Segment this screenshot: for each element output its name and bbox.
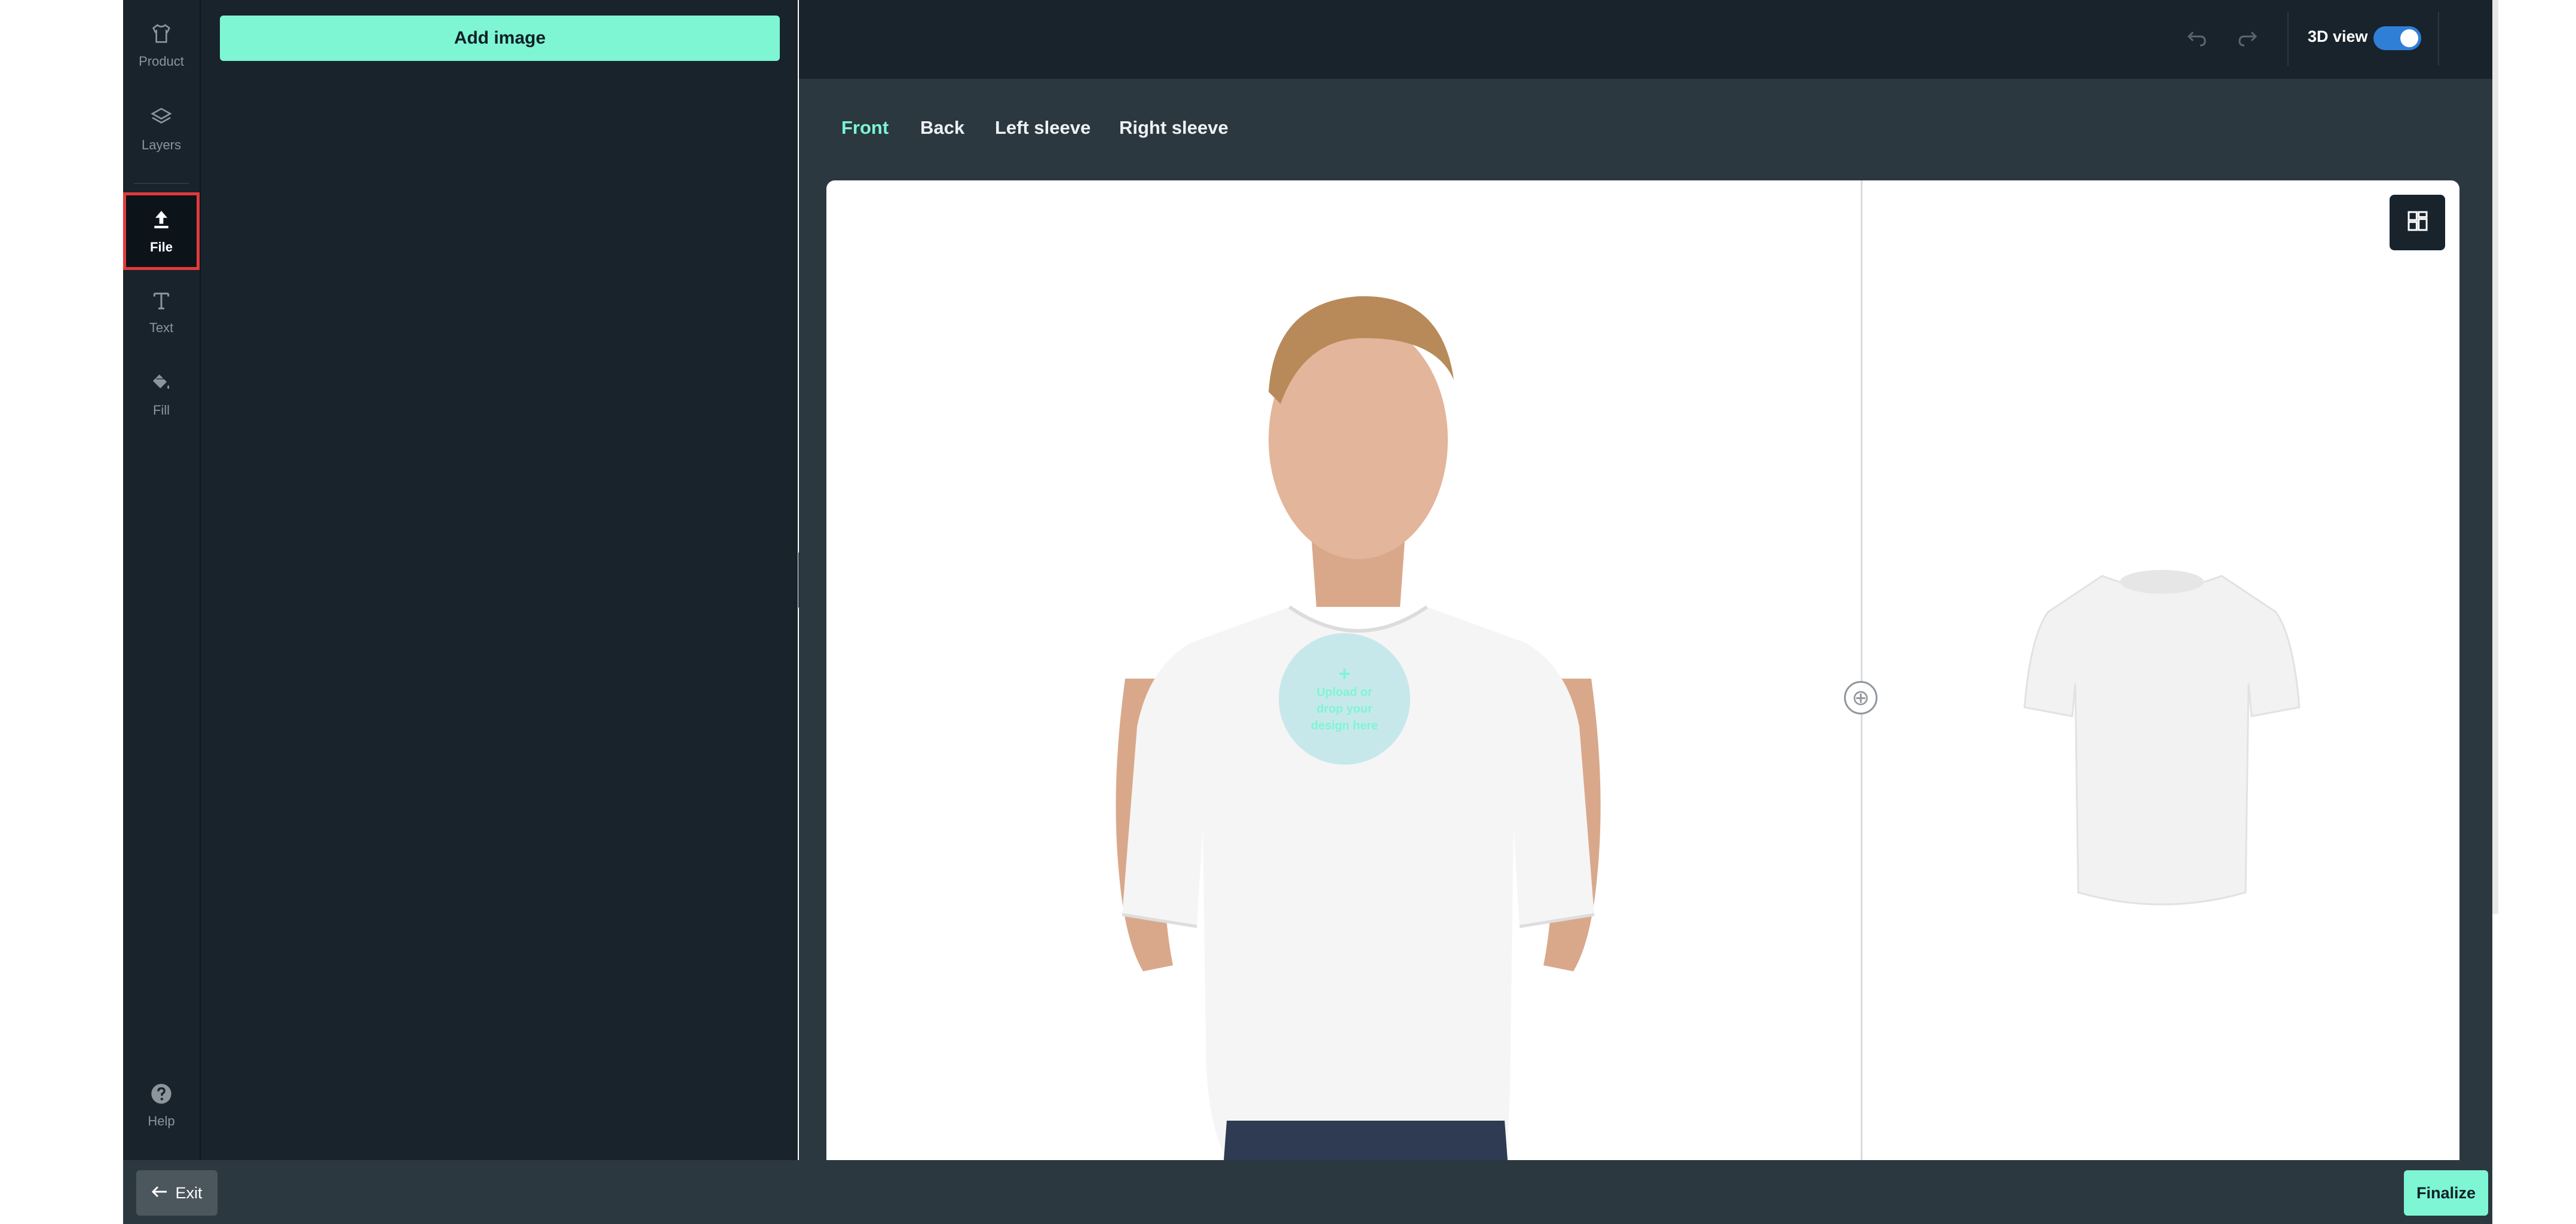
sidebar-item-text[interactable]: Text [123,276,200,348]
layers-icon [149,106,173,133]
scrollbar[interactable] [2492,0,2498,914]
split-handle[interactable]: ⊕ [1844,681,1877,714]
sidebar-item-label: Text [149,320,174,335]
sidebar-item-fill[interactable]: Fill [123,358,200,430]
upload-icon [149,208,173,235]
exit-label: Exit [175,1183,203,1202]
tab-front[interactable]: Front [841,117,889,139]
upload-dropzone[interactable]: + Upload or drop your design here [1279,633,1410,765]
toggle-knob [2400,29,2418,47]
paint-bucket-icon [149,371,173,398]
3d-view-toggle[interactable] [2373,26,2421,50]
drag-handle-icon: ⊕ [1851,685,1870,710]
sidebar-item-label: Fill [152,402,170,418]
dropzone-text: Upload or drop your design here [1310,686,1379,732]
shirt-icon [149,22,173,49]
split-divider [1861,180,1863,1160]
text-icon [149,289,173,315]
layout-toggle-button[interactable] [2390,195,2445,250]
grid-layout-icon [2406,209,2430,236]
redo-button[interactable] [2231,23,2265,56]
bottom-bar [123,1160,2492,1224]
design-canvas[interactable]: + Upload or drop your design here [826,180,2459,1160]
plus-icon: + [1338,662,1350,685]
3d-view-label: 3D view [2308,27,2368,45]
sidebar-item-file[interactable]: File [123,192,200,270]
add-image-button[interactable]: Add image [220,16,780,61]
toolbar-divider [2287,12,2289,66]
arrow-left-icon [151,1184,168,1202]
tab-right-sleeve[interactable]: Right sleeve [1119,117,1229,139]
sidebar-item-layers[interactable]: Layers [123,93,200,165]
tab-left-sleeve[interactable]: Left sleeve [995,117,1091,139]
undo-icon [2185,29,2209,50]
sidebar-item-help[interactable]: Help [123,1069,200,1141]
exit-button[interactable]: Exit [136,1170,218,1216]
redo-icon [2236,29,2260,50]
tab-back[interactable]: Back [920,117,964,139]
tool-rail: Product Layers File Text Fill Help [123,0,201,1160]
undo-button[interactable] [2180,23,2213,56]
sidebar-item-label: Product [139,53,184,69]
help-icon [149,1082,173,1109]
rail-divider [134,183,189,184]
sidebar-item-label: Layers [141,137,182,152]
sidebar-item-label: Help [148,1113,175,1128]
finalize-button[interactable]: Finalize [2404,1170,2488,1216]
3d-tshirt-preview [2023,570,2301,906]
toolbar-divider [2438,12,2439,66]
sidebar-item-product[interactable]: Product [123,10,200,81]
file-panel: Add image [201,0,798,1160]
sidebar-item-label: File [150,239,173,254]
